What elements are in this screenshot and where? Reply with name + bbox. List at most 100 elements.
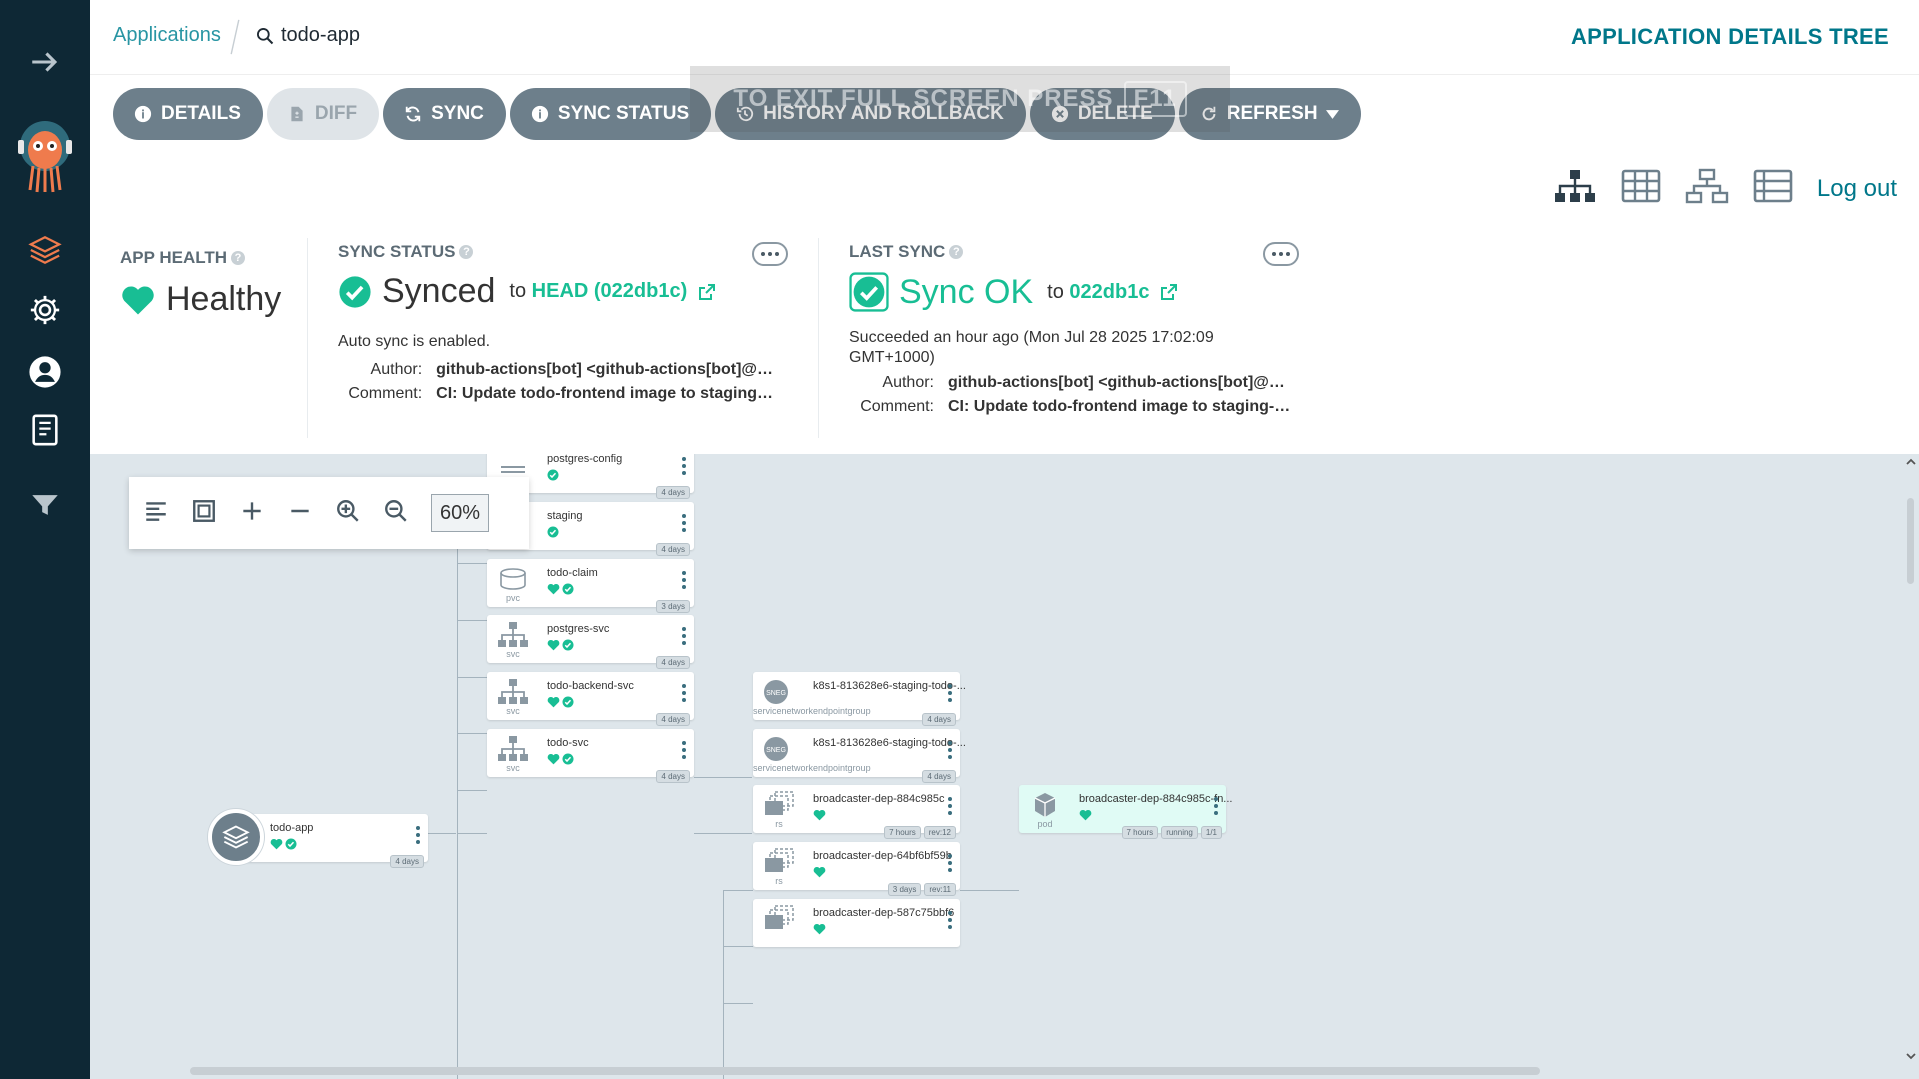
edge (723, 1003, 753, 1004)
resource-node-rs-587c75bbf6[interactable]: broadcaster-dep-587c75bbf6 (753, 899, 960, 947)
resource-node-rs-64bf6bf59b[interactable]: rs broadcaster-dep-64bf6bf59b 3 days rev… (753, 842, 960, 896)
node-menu-icon[interactable] (682, 457, 686, 475)
minus-icon[interactable] (287, 498, 313, 529)
check-circle-icon (562, 696, 574, 708)
node-status (270, 838, 297, 850)
age-tag: 4 days (656, 543, 690, 556)
breadcrumb-current[interactable]: todo-app (255, 24, 360, 47)
scroll-up-icon[interactable] (1903, 456, 1919, 468)
node-menu-icon[interactable] (1214, 797, 1218, 815)
tree-view-icon[interactable] (1553, 168, 1597, 209)
node-menu-icon[interactable] (948, 911, 952, 929)
sync-status-button[interactable]: SYNC STATUS (509, 88, 712, 140)
node-kind: pod (1037, 819, 1053, 829)
sync-button[interactable]: SYNC (383, 88, 506, 140)
node-status (547, 753, 574, 765)
list-view-icon[interactable] (1751, 168, 1795, 209)
node-menu-icon[interactable] (682, 627, 686, 645)
chevron-down-icon (1325, 103, 1339, 125)
external-link-icon[interactable] (1159, 282, 1179, 302)
node-tags: 4 days (390, 855, 424, 868)
node-menu-icon[interactable] (682, 741, 686, 759)
sync-status-revision-link[interactable]: HEAD (022db1c) (532, 280, 688, 302)
node-name: todo-app (270, 822, 314, 834)
help-icon[interactable]: ? (459, 245, 474, 259)
sync-comment-row: Comment: CI: Update todo-frontend image … (328, 385, 778, 403)
logout-link[interactable]: Log out (1817, 175, 1897, 203)
sync-status-more-button[interactable] (752, 242, 788, 266)
last-sync-comment-row: Comment: CI: Update todo-frontend image … (839, 398, 1309, 416)
documentation-book-icon[interactable] (26, 411, 64, 449)
heart-icon (813, 809, 826, 821)
scrollbar-thumb[interactable] (1907, 498, 1914, 584)
fit-screen-icon[interactable] (191, 498, 217, 529)
resource-node-todo-claim[interactable]: pvc todo-claim 3 days (487, 559, 694, 613)
user-account-icon[interactable] (26, 353, 64, 391)
resource-node-postgres-svc[interactable]: svc postgres-svc 4 days (487, 615, 694, 669)
resource-node-todo-svc[interactable]: svc todo-svc 4 days (487, 729, 694, 783)
zoom-out-icon[interactable] (383, 498, 409, 529)
filter-funnel-icon[interactable] (26, 486, 64, 524)
horizontal-scrollbar[interactable] (190, 1067, 1540, 1075)
node-kind: rs (775, 819, 783, 829)
align-left-icon[interactable] (143, 498, 169, 529)
last-sync-revision-link[interactable]: 022db1c (1069, 281, 1149, 303)
resource-node-todo-backend-svc[interactable]: svc todo-backend-svc 4 days (487, 672, 694, 726)
sync-status-label: SYNC STATUS (557, 103, 690, 124)
external-link-icon[interactable] (697, 282, 717, 302)
node-name: k8s1-813628e6-staging-todo-... (813, 680, 966, 692)
details-button[interactable]: DETAILS (113, 88, 263, 140)
help-icon[interactable]: ? (231, 251, 246, 265)
help-icon[interactable]: ? (949, 245, 964, 259)
zoom-in-icon[interactable] (335, 498, 361, 529)
plus-icon[interactable] (239, 498, 265, 529)
node-menu-icon[interactable] (416, 826, 420, 844)
vertical-scrollbar[interactable] (1903, 454, 1919, 1064)
breadcrumb-applications-link[interactable]: Applications (113, 24, 221, 47)
node-menu-icon[interactable] (948, 741, 952, 759)
volume-claim-icon (500, 568, 526, 590)
resource-node-neg-backend[interactable]: SNEG servicenetworkendpointgroup k8s1-81… (753, 672, 966, 726)
expand-arrow-icon[interactable] (26, 43, 64, 81)
diff-button[interactable]: DIFF (266, 88, 380, 140)
node-menu-icon[interactable] (682, 571, 686, 589)
last-sync-succeeded-text: Succeeded an hour ago (Mon Jul 28 2025 1… (849, 329, 1214, 366)
settings-gear-icon[interactable] (26, 291, 64, 329)
info-icon (133, 104, 153, 124)
zoom-level-field[interactable]: 60% (431, 494, 489, 532)
sync-status-target: to HEAD (022db1c) (509, 280, 687, 303)
last-sync-more-button[interactable] (1263, 242, 1299, 266)
heart-icon (813, 866, 826, 878)
node-status (1079, 809, 1092, 821)
node-menu-icon[interactable] (682, 514, 686, 532)
node-tags: 4 days (656, 656, 690, 669)
heart-icon (813, 923, 826, 935)
revision-tag: rev:11 (924, 883, 956, 896)
resource-node-neg-frontend[interactable]: SNEG servicenetworkendpointgroup k8s1-81… (753, 729, 966, 783)
node-menu-icon[interactable] (948, 684, 952, 702)
node-kind: rs (775, 876, 783, 886)
age-tag: 3 days (887, 883, 922, 896)
applications-stack-icon[interactable] (26, 231, 64, 269)
node-kind: servicenetworkendpointgroup (753, 706, 871, 716)
edge (723, 890, 753, 891)
node-name: postgres-svc (547, 623, 610, 635)
node-menu-icon[interactable] (682, 684, 686, 702)
service-icon (498, 736, 528, 761)
pods-grid-view-icon[interactable] (1619, 168, 1663, 209)
node-status (813, 923, 826, 935)
divider (818, 238, 819, 438)
breadcrumb-separator (230, 19, 240, 55)
sneg-badge-icon: SNEG (764, 680, 788, 704)
author-label: Author: (882, 374, 934, 391)
argo-logo[interactable] (16, 120, 74, 194)
scroll-down-icon[interactable] (1903, 1050, 1919, 1062)
resource-node-pod[interactable]: pod broadcaster-dep-884c985c-fn... 7 hou… (1019, 785, 1232, 839)
network-view-icon[interactable] (1685, 168, 1729, 209)
edge (694, 777, 752, 778)
node-status (547, 696, 574, 708)
resource-node-rs-884c985c[interactable]: rs broadcaster-dep-884c985c 7 hours rev:… (753, 785, 960, 839)
node-menu-icon[interactable] (948, 797, 952, 815)
node-menu-icon[interactable] (948, 854, 952, 872)
resource-tree-canvas[interactable]: todo-app 4 days postgres-config 4 days n… (90, 454, 1919, 1079)
